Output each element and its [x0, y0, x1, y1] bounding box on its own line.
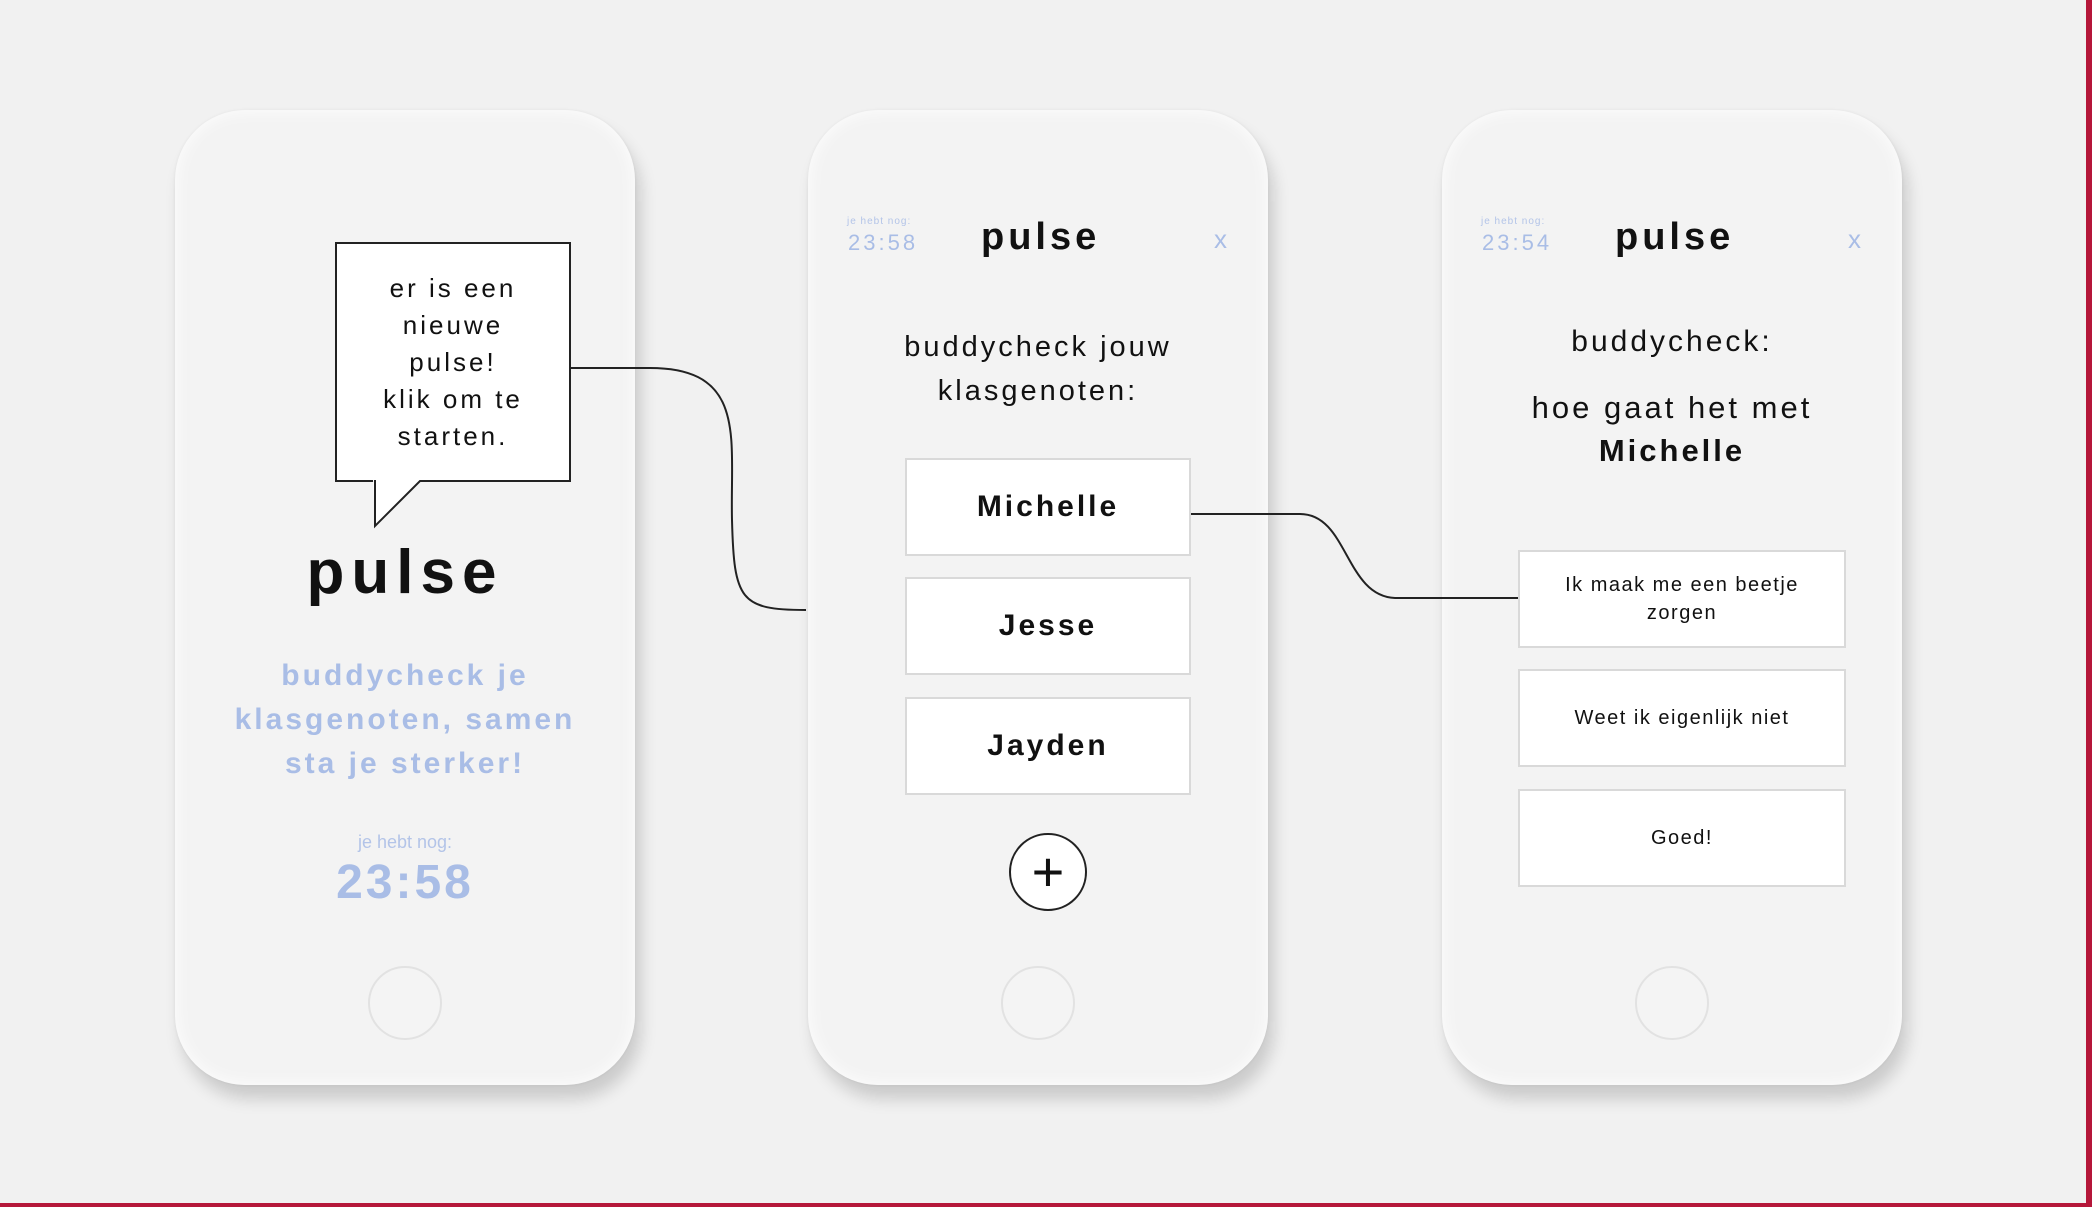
- mockup-canvas: er is een nieuwe pulse! klik om te start…: [0, 0, 2092, 1207]
- connector-michelle-to-question: [1191, 513, 1518, 599]
- connector-notification-to-list: [571, 367, 807, 611]
- notification-bubble[interactable]: er is een nieuwe pulse! klik om te start…: [335, 242, 571, 482]
- flow-connectors: [571, 367, 1518, 611]
- bubble-tail: [373, 480, 422, 529]
